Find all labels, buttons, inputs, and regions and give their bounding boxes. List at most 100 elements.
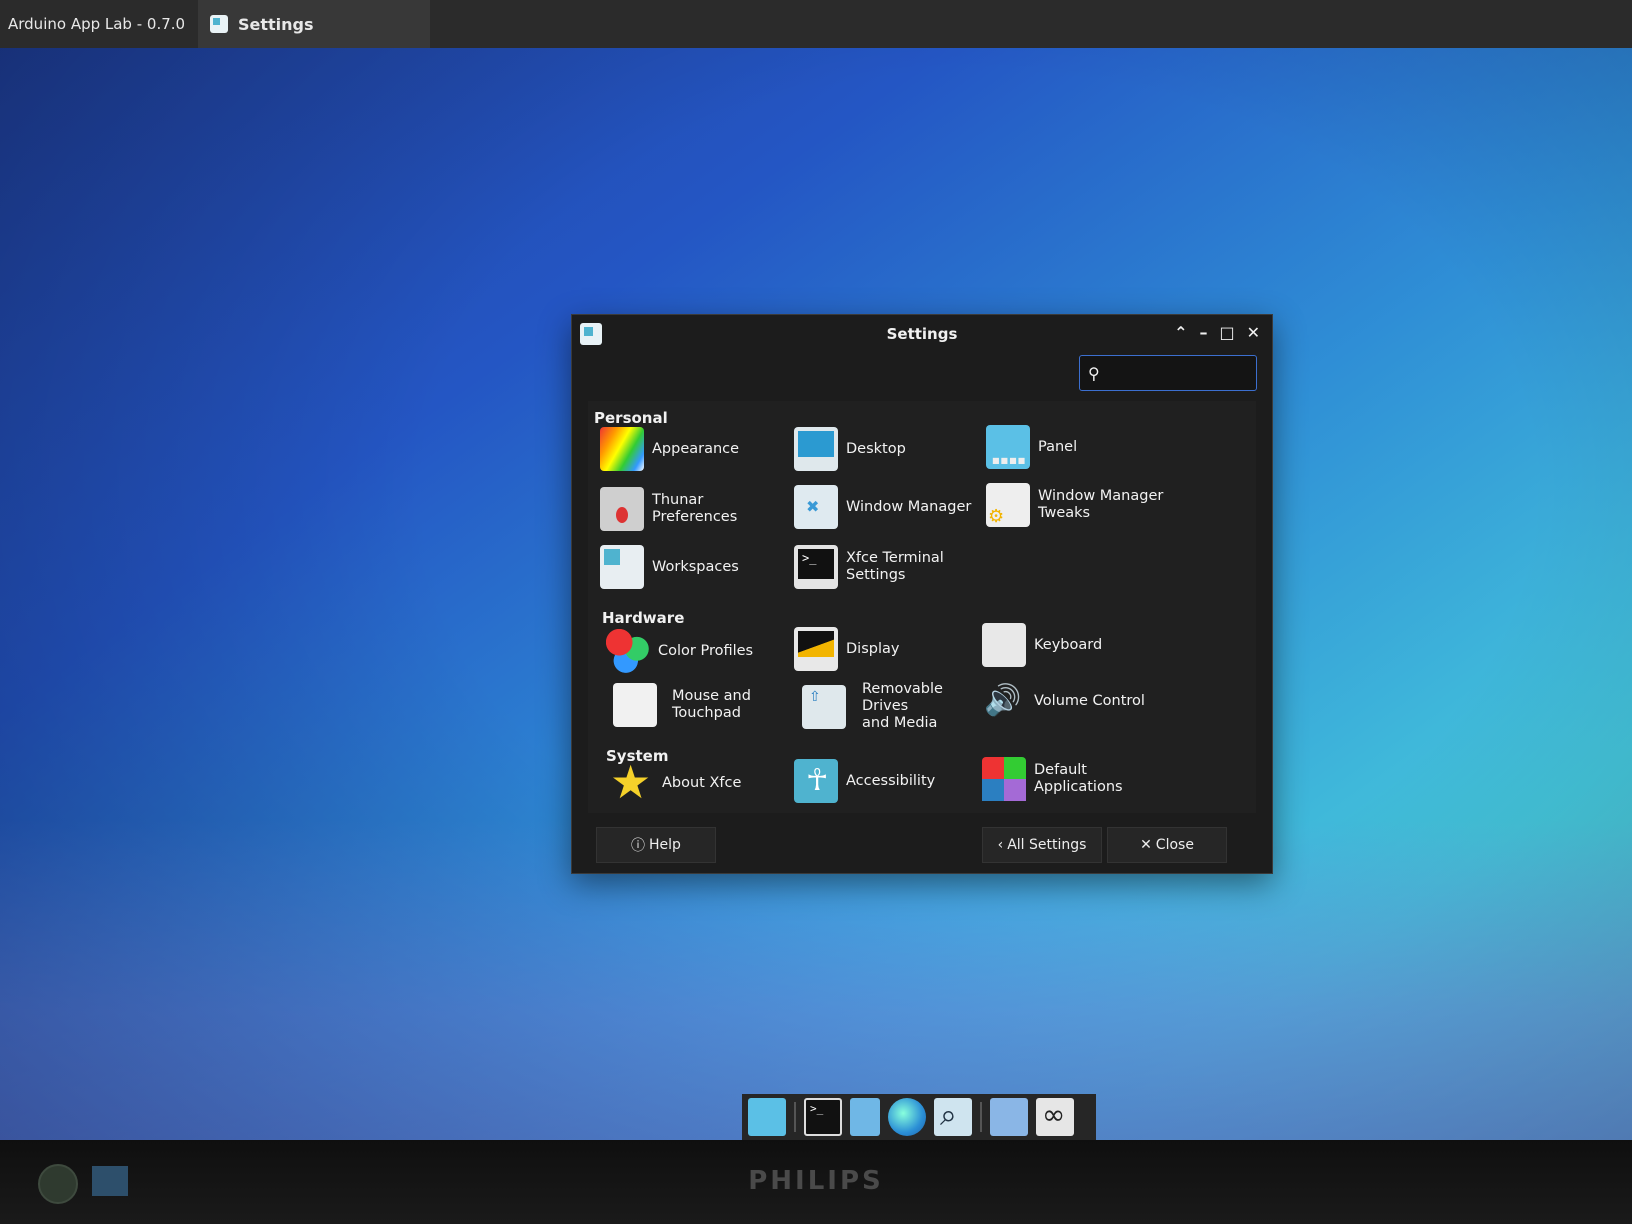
item-label: About Xfce [662,774,742,791]
window-controls: ⌃ – □ ✕ [1174,323,1260,342]
label-line-1: Xfce Terminal [846,550,944,566]
label-line-1: Window Manager [1038,488,1164,504]
monitor-brand: PHILIPS [748,1166,884,1196]
item-label: Color Profiles [658,642,754,659]
show-desktop-icon[interactable] [748,1098,786,1136]
close-icon[interactable]: ✕ [1247,323,1260,342]
star-icon [610,755,654,809]
mouse-icon [613,683,657,727]
settings-item-default-applications[interactable]: Default Applications [982,757,1172,801]
settings-item-accessibility[interactable]: Accessibility [794,759,984,803]
label-line-2: Tweaks [1038,505,1091,521]
search-icon: ⚲ [1088,363,1100,383]
item-label: Panel [1038,438,1078,455]
display-icon [794,627,838,671]
settings-item-workspaces[interactable]: Workspaces [600,545,790,589]
settings-item-color-profiles[interactable]: Color Profiles [606,629,796,673]
item-label: Keyboard [1034,636,1103,653]
maximize-icon[interactable]: □ [1219,323,1234,342]
arduino-app-lab-icon[interactable] [1036,1098,1074,1136]
label-line-2: Applications [1034,779,1123,795]
web-browser-icon[interactable] [888,1098,926,1136]
taskbar-item-settings[interactable]: Settings [198,0,430,48]
chevron-left-icon: ‹ [997,837,1004,853]
search-input[interactable] [1103,364,1248,382]
top-panel: Arduino App Lab - 0.7.0 Settings [0,0,1632,48]
help-icon: ⓘ [631,838,646,854]
item-label: Window Manager Tweaks [1038,488,1163,522]
settings-item-panel[interactable]: Panel [986,425,1176,469]
window-title: Settings [886,325,958,343]
item-label: Mouse and Touchpad [672,688,751,722]
accessibility-icon [794,759,838,803]
keyboard-icon [982,623,1026,667]
app-title: Arduino App Lab - 0.7.0 [8,15,186,33]
settings-window: Settings ⌃ – □ ✕ ⚲ Personal Appearance D… [571,314,1273,874]
label-line-1: Removable Drives [862,681,943,714]
settings-item-volume-control[interactable]: Volume Control [982,679,1172,723]
color-profiles-icon [606,629,650,673]
item-label: Xfce Terminal Settings [846,550,944,584]
monitor-bezel: PHILIPS [0,1140,1632,1224]
dock [742,1094,1096,1140]
item-label: Accessibility [846,772,936,789]
close-button[interactable]: ✕ Close [1107,827,1227,863]
category-personal: Personal [594,409,668,427]
settings-item-desktop[interactable]: Desktop [794,427,984,471]
settings-app-icon [210,15,228,33]
settings-item-display[interactable]: Display [794,627,984,671]
label-line-2: and Media [862,715,938,731]
label-line-2: Settings [846,567,906,583]
settings-item-appearance[interactable]: Appearance [600,427,790,471]
app-finder-icon[interactable] [934,1098,972,1136]
window-manager-icon [794,485,838,529]
all-settings-button[interactable]: ‹ All Settings [982,827,1102,863]
settings-item-removable-drives[interactable]: Removable Drivesand Media [794,681,984,732]
shade-icon[interactable]: ⌃ [1174,323,1187,342]
all-settings-label: All Settings [1007,837,1087,853]
folder-icon[interactable] [990,1098,1028,1136]
label-line-2: Touchpad [672,705,741,721]
minimize-icon[interactable]: – [1199,323,1207,342]
settings-item-about-xfce[interactable]: About Xfce [610,755,800,809]
item-label: Appearance [652,440,740,457]
terminal-launcher-icon[interactable] [804,1098,842,1136]
file-manager-launcher-icon[interactable] [850,1098,880,1136]
item-label: Default Applications [1034,762,1123,796]
settings-item-xfce-terminal[interactable]: Xfce TerminalSettings [794,545,984,589]
item-label: Workspaces [652,558,739,575]
settings-item-window-manager[interactable]: Window Manager [794,485,984,529]
appearance-icon [600,427,644,471]
thunar-icon [600,487,644,531]
usb-icon [802,684,846,729]
settings-content: Personal Appearance Desktop Panel Thunar… [588,401,1256,813]
window-titlebar[interactable]: Settings ⌃ – □ ✕ [572,315,1272,353]
taskbar-item-label: Settings [238,14,314,34]
item-label: Display [846,640,900,657]
category-hardware: Hardware [602,609,685,627]
window-footer: ⓘ Help ‹ All Settings ✕ Close [580,827,1264,865]
panel-icon [986,425,1030,469]
default-apps-icon [982,757,1026,801]
close-x-icon: ✕ [1140,837,1152,853]
search-box[interactable]: ⚲ [1079,355,1257,391]
settings-item-thunar[interactable]: Thunar Preferences [600,487,790,531]
settings-item-wm-tweaks[interactable]: Window ManagerTweaks [986,483,1176,527]
label-line-1: Mouse and [672,688,751,704]
desktop-icon [794,427,838,471]
volume-icon [982,679,1026,723]
close-button-label: Close [1155,837,1194,853]
item-label: Volume Control [1034,692,1145,709]
item-label: Window Manager [846,498,972,515]
item-label: Thunar Preferences [652,492,738,525]
dock-separator [794,1102,796,1132]
help-button-label: Help [649,837,681,853]
wm-tweaks-icon [986,483,1030,527]
settings-item-mouse-touchpad[interactable]: Mouse and Touchpad [606,683,796,727]
item-label: Desktop [846,440,906,457]
help-button[interactable]: ⓘ Help [596,827,716,863]
item-label: Removable Drives and Media [862,681,984,732]
settings-item-keyboard[interactable]: Keyboard [982,623,1172,667]
dock-separator [980,1102,982,1132]
workspaces-icon [600,545,644,589]
